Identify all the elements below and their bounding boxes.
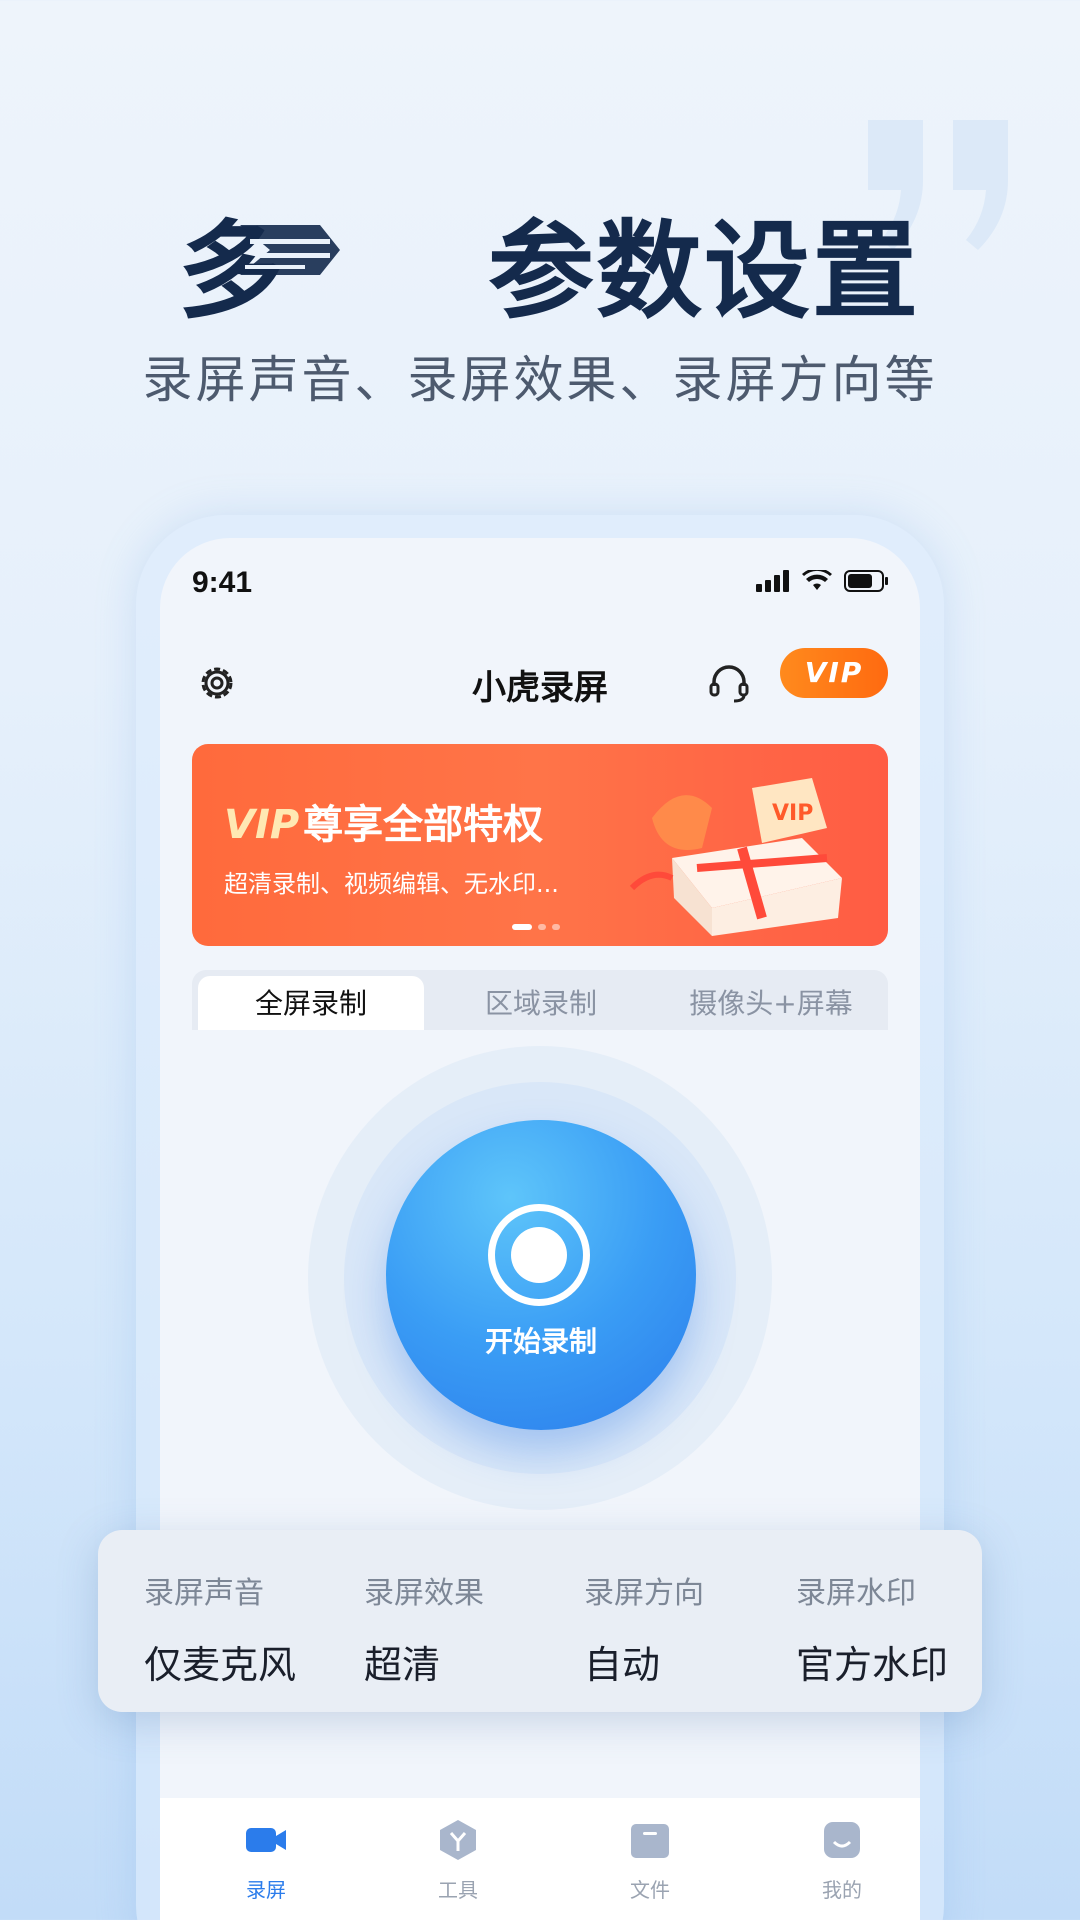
- phone-screen: 9:41 小虎录屏 VIP VIP 尊享全部特权 超清录制、视频编辑、无水印..…: [160, 538, 920, 1920]
- tabbar-label: 我的: [822, 1878, 862, 1902]
- tab-region-record[interactable]: 区域录制: [428, 976, 654, 1030]
- setting-label: 录屏方向: [584, 1576, 704, 1611]
- setting-value: 自动: [584, 1643, 661, 1687]
- wifi-icon: [802, 570, 832, 590]
- pagination-dot-active[interactable]: [512, 924, 532, 930]
- tools-icon: [440, 1820, 476, 1860]
- banner-title-text: 尊享全部特权: [303, 802, 544, 848]
- setting-label: 录屏水印: [796, 1576, 916, 1611]
- setting-watermark[interactable]: 录屏水印 官方水印: [796, 1568, 948, 1689]
- setting-audio[interactable]: 录屏声音 仅麦克风: [144, 1568, 296, 1689]
- banner-title: VIP 尊享全部特权: [224, 792, 543, 850]
- banner-title-vip: VIP: [224, 802, 300, 848]
- folder-icon: [631, 1824, 669, 1858]
- record-mode-tabs: 全屏录制 区域录制 摄像头+屏幕: [192, 970, 888, 1030]
- record-icon: [488, 1204, 590, 1306]
- setting-value: 官方水印: [796, 1643, 949, 1687]
- tabbar-label: 录屏: [246, 1878, 286, 1902]
- video-camera-icon: [246, 1828, 286, 1852]
- setting-value: 超清: [364, 1643, 441, 1687]
- bottom-tabbar: 录屏 工具 文件 我的: [160, 1798, 920, 1920]
- hero-title: 多 参数设置: [0, 185, 1080, 333]
- setting-label: 录屏声音: [144, 1576, 264, 1611]
- customer-service-headset-icon[interactable]: [706, 660, 752, 706]
- profile-icon: [824, 1822, 860, 1858]
- tab-camera-screen-record[interactable]: 摄像头+屏幕: [658, 976, 884, 1030]
- setting-quality[interactable]: 录屏效果 超清: [364, 1568, 484, 1689]
- pagination-dot[interactable]: [538, 924, 546, 930]
- tabbar-item-tools[interactable]: 工具: [388, 1818, 528, 1903]
- tabbar-label: 工具: [438, 1878, 478, 1902]
- vip-button[interactable]: VIP: [780, 648, 888, 698]
- tabbar-item-profile[interactable]: 我的: [772, 1818, 912, 1903]
- signal-icon: [756, 570, 789, 592]
- start-record-label: 开始录制: [484, 1325, 597, 1358]
- pagination-dot[interactable]: [552, 924, 560, 930]
- setting-value: 仅麦克风: [144, 1643, 297, 1687]
- status-time: 9:41: [192, 566, 253, 599]
- svg-text:VIP: VIP: [772, 801, 813, 826]
- hero-title-right: 参数设置: [488, 210, 920, 333]
- start-record-button[interactable]: 开始录制: [386, 1120, 696, 1430]
- banner-pagination: [512, 924, 560, 930]
- battery-icon: [844, 570, 888, 592]
- record-dot: [511, 1227, 567, 1283]
- setting-label: 录屏效果: [364, 1576, 484, 1611]
- vip-promo-banner[interactable]: VIP 尊享全部特权 超清录制、视频编辑、无水印... VIP: [192, 744, 888, 946]
- setting-orientation[interactable]: 录屏方向 自动: [584, 1568, 704, 1689]
- status-icons: [756, 570, 890, 592]
- banner-subtitle: 超清录制、视频编辑、无水印...: [224, 870, 559, 898]
- speed-lines-icon: [240, 225, 340, 275]
- tabbar-item-record[interactable]: 录屏: [196, 1818, 336, 1903]
- tab-fullscreen-record[interactable]: 全屏录制: [198, 976, 424, 1030]
- tabbar-label: 文件: [630, 1878, 670, 1902]
- record-settings-card: 录屏声音 仅麦克风 录屏效果 超清 录屏方向 自动 录屏水印 官方水印: [98, 1530, 982, 1712]
- hero-subtitle: 录屏声音、录屏效果、录屏方向等: [142, 351, 938, 409]
- gift-box-icon: VIP: [629, 778, 842, 936]
- tabbar-item-files[interactable]: 文件: [580, 1818, 720, 1903]
